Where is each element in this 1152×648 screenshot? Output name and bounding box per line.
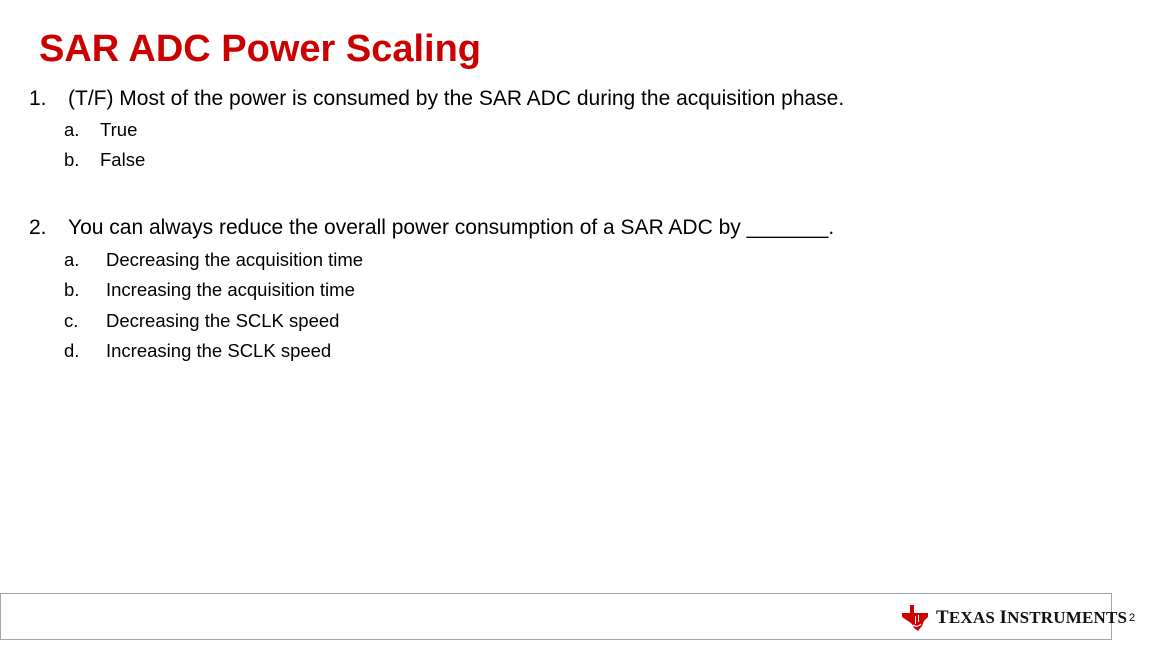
question-text: (T/F) Most of the power is consumed by t… bbox=[68, 87, 845, 110]
option-letter: a. bbox=[64, 249, 80, 270]
option-letter: c. bbox=[64, 310, 79, 331]
page-number: 2 bbox=[1129, 612, 1136, 624]
question-1-option-b: b. False bbox=[64, 149, 145, 171]
option-text: True bbox=[100, 119, 138, 140]
logo-wordmark: TEXAS INSTRUMENTS bbox=[936, 607, 1127, 629]
option-letter: d. bbox=[64, 340, 80, 361]
question-1-option-a: a. True bbox=[64, 119, 137, 141]
option-text: Increasing the SCLK speed bbox=[106, 340, 332, 361]
texas-state-logo-icon bbox=[902, 605, 928, 631]
option-letter: a. bbox=[64, 119, 80, 140]
question-number: 2. bbox=[29, 216, 47, 239]
option-text: False bbox=[100, 149, 146, 170]
option-letter: b. bbox=[64, 279, 80, 300]
option-letter: b. bbox=[64, 149, 80, 170]
logo-letter: T bbox=[936, 607, 949, 628]
question-number: 1. bbox=[29, 87, 47, 110]
question-text: You can always reduce the overall power … bbox=[68, 216, 835, 239]
logo-letters: NSTRUMENTS bbox=[1007, 608, 1128, 627]
option-text: Increasing the acquisition time bbox=[106, 279, 355, 300]
texas-instruments-logo: TEXAS INSTRUMENTS bbox=[901, 603, 1127, 633]
question-2-option-b: b. Increasing the acquisition time bbox=[64, 279, 355, 301]
question-2-option-d: d. Increasing the SCLK speed bbox=[64, 340, 331, 362]
logo-letters: EXAS bbox=[948, 608, 1000, 627]
option-text: Decreasing the acquisition time bbox=[106, 249, 364, 270]
slide-title: SAR ADC Power Scaling bbox=[39, 28, 482, 70]
question-1: 1. (T/F) Most of the power is consumed by… bbox=[29, 87, 844, 111]
question-2-option-c: c. Decreasing the SCLK speed bbox=[64, 310, 339, 332]
question-2-option-a: a. Decreasing the acquisition time bbox=[64, 249, 363, 271]
question-2: 2. You can always reduce the overall powe… bbox=[29, 216, 834, 240]
option-text: Decreasing the SCLK speed bbox=[106, 310, 340, 331]
logo-letter: I bbox=[999, 607, 1008, 628]
